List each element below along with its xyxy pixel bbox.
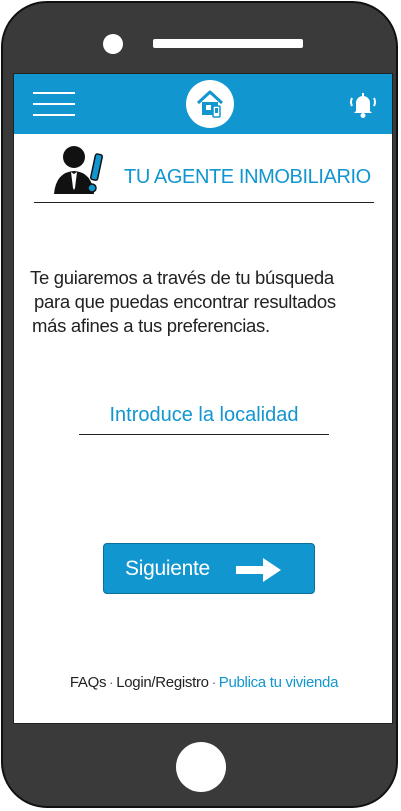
page-title: TU AGENTE INMOBILIARIO: [124, 166, 371, 188]
phone-frame: TU AGENTE INMOBILIARIO Te guiaremos a tr…: [1, 1, 398, 808]
locality-input[interactable]: [79, 396, 329, 435]
home-button[interactable]: [176, 742, 226, 792]
app-screen: TU AGENTE INMOBILIARIO Te guiaremos a tr…: [13, 73, 393, 724]
arrow-right-icon: [235, 557, 283, 588]
intro-line-2: para que puedas encontrar resultados: [34, 291, 336, 312]
earpiece-speaker: [153, 39, 303, 48]
front-camera: [103, 34, 123, 54]
next-button-label: Siguiente: [125, 557, 210, 580]
footer-separator: ·: [109, 675, 114, 690]
page-header: TU AGENTE INMOBILIARIO: [34, 144, 374, 204]
footer-separator: ·: [211, 675, 216, 690]
faqs-link[interactable]: FAQs: [70, 674, 107, 691]
next-button[interactable]: Siguiente: [103, 543, 315, 594]
agent-avatar-icon: [52, 144, 110, 201]
house-logo-icon[interactable]: [186, 80, 234, 128]
footer-links: FAQs · Login/Registro · Publica tu vivienda: [14, 674, 392, 691]
header-divider: [34, 202, 374, 203]
intro-text: Te guiaremos a través de tu búsqueda par…: [30, 266, 380, 338]
top-app-bar: [14, 74, 392, 134]
hamburger-menu-icon[interactable]: [33, 91, 75, 117]
intro-line-1: Te guiaremos a través de tu búsqueda: [30, 267, 334, 288]
publish-property-link[interactable]: Publica tu vivienda: [219, 674, 339, 691]
intro-line-3: más afines a tus preferencias.: [32, 315, 270, 336]
bell-icon[interactable]: [347, 89, 379, 121]
login-register-link[interactable]: Login/Registro: [116, 674, 209, 691]
